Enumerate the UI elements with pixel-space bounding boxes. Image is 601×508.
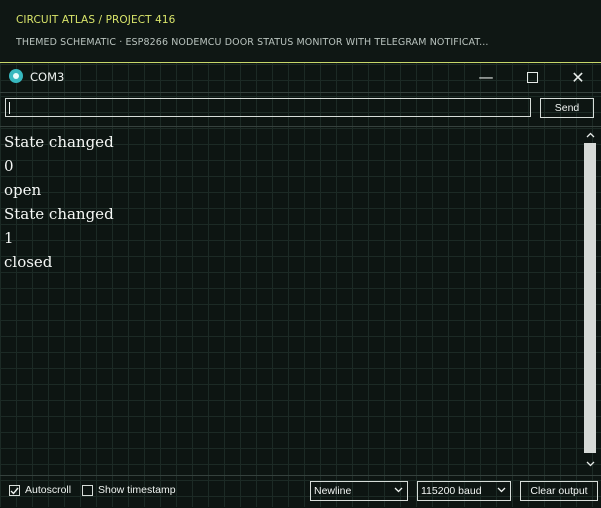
output-line: 1 (4, 229, 14, 247)
output-line: closed (4, 253, 53, 271)
clear-output-button[interactable]: Clear output (520, 481, 598, 501)
baud-select[interactable]: 115200 baud (417, 481, 511, 501)
line-ending-value: Newline (314, 485, 352, 497)
arduino-serial-icon (9, 69, 23, 83)
scroll-down-icon[interactable] (582, 457, 599, 471)
window-titlebar: COM3 — ✕ (0, 63, 601, 91)
close-button[interactable]: ✕ (555, 63, 601, 91)
maximize-button[interactable] (509, 63, 555, 91)
scroll-up-icon[interactable] (582, 128, 599, 142)
minimize-button[interactable]: — (463, 63, 509, 91)
status-bar: Autoscroll Show timestamp Newline 115200… (0, 475, 601, 508)
send-button[interactable]: Send (540, 98, 594, 118)
output-line: 0 (4, 157, 14, 175)
window-title: COM3 (30, 70, 65, 84)
timestamp-checkbox[interactable] (82, 485, 93, 496)
scrollbar-thumb[interactable] (584, 143, 596, 453)
serial-output[interactable]: State changed 0 open State changed 1 closed (0, 127, 581, 473)
line-ending-select[interactable]: Newline (310, 481, 408, 501)
output-line: State changed (4, 205, 114, 223)
output-line: State changed (4, 133, 114, 151)
chevron-down-icon (497, 487, 506, 493)
vertical-scrollbar[interactable] (582, 127, 599, 473)
baud-value: 115200 baud (421, 485, 482, 497)
text-caret (9, 102, 10, 114)
autoscroll-checkbox[interactable] (9, 485, 20, 496)
send-row: Send (0, 92, 601, 127)
minimize-icon: — (478, 68, 494, 86)
timestamp-label: Show timestamp (98, 484, 176, 496)
close-icon: ✕ (571, 67, 585, 87)
page-subtitle: THEMED SCHEMATIC · ESP8266 NODEMCU DOOR … (16, 37, 489, 48)
maximize-icon (526, 71, 538, 83)
output-line: open (4, 181, 42, 199)
autoscroll-label: Autoscroll (25, 484, 72, 496)
page-header: CIRCUIT ATLAS / PROJECT 416 THEMED SCHEM… (0, 0, 601, 63)
breadcrumb: CIRCUIT ATLAS / PROJECT 416 (16, 14, 176, 26)
send-input[interactable] (5, 98, 531, 117)
chevron-down-icon (394, 487, 403, 493)
